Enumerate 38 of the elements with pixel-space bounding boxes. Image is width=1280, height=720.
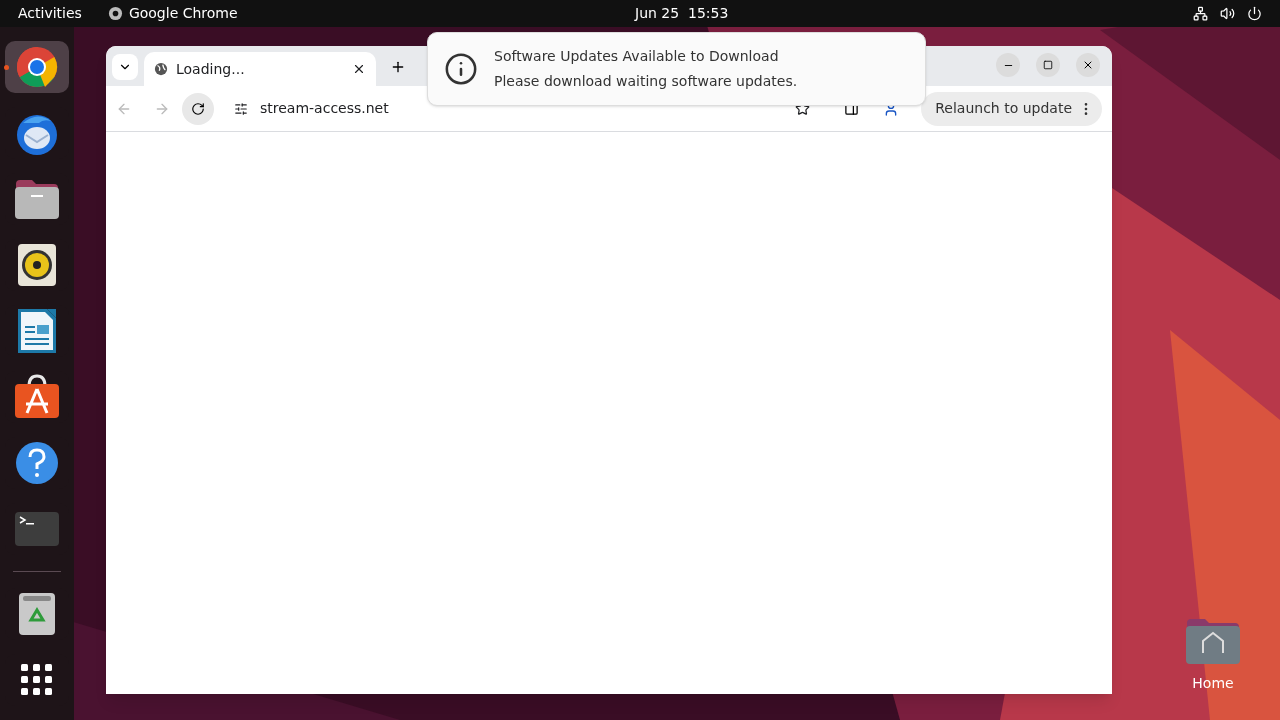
update-notification-toast[interactable]: Software Updates Available to Download Please download waiting software updates. bbox=[427, 32, 926, 106]
help-icon bbox=[15, 441, 59, 485]
folder-icon bbox=[14, 178, 60, 220]
activities-button[interactable]: Activities bbox=[18, 3, 82, 24]
terminal-icon bbox=[14, 511, 60, 547]
power-icon[interactable] bbox=[1247, 6, 1262, 21]
document-icon bbox=[17, 308, 57, 354]
volume-icon[interactable] bbox=[1220, 6, 1235, 21]
chrome-icon bbox=[107, 6, 123, 21]
speaker-icon bbox=[17, 243, 57, 287]
notification-title: Software Updates Available to Download bbox=[494, 47, 780, 66]
app-menu[interactable]: Google Chrome bbox=[128, 3, 238, 24]
trash-icon bbox=[18, 592, 56, 636]
reload-button[interactable] bbox=[182, 92, 214, 125]
app-grid-icon bbox=[21, 664, 53, 696]
home-folder-icon[interactable] bbox=[1185, 617, 1241, 665]
info-icon bbox=[444, 52, 478, 86]
new-tab-icon[interactable] bbox=[390, 59, 406, 75]
relaunch-button[interactable]: Relaunch to update bbox=[921, 91, 1102, 126]
network-icon[interactable] bbox=[1193, 6, 1208, 21]
reload-icon bbox=[191, 101, 205, 116]
dock-item[interactable] bbox=[5, 41, 69, 93]
browser-tab[interactable]: Loading... bbox=[144, 52, 376, 86]
site-settings-icon[interactable] bbox=[234, 101, 248, 116]
close-icon bbox=[1082, 59, 1094, 71]
url-text: stream-access.net bbox=[260, 99, 389, 118]
clock[interactable]: Jun 25 15:53 bbox=[635, 3, 729, 24]
tab-title: Loading... bbox=[176, 59, 245, 79]
maximize-button[interactable] bbox=[1036, 53, 1060, 77]
globe-icon bbox=[154, 62, 168, 76]
maximize-icon bbox=[1043, 60, 1053, 70]
chrome-icon bbox=[15, 45, 59, 89]
close-button[interactable] bbox=[1076, 53, 1100, 77]
desktop-icon-label: Home bbox=[1192, 674, 1234, 693]
shopping-bag-icon bbox=[14, 374, 60, 420]
notification-body: Please download waiting software updates. bbox=[494, 72, 798, 91]
tab-search-button[interactable] bbox=[112, 54, 138, 80]
close-icon[interactable] bbox=[352, 62, 366, 76]
